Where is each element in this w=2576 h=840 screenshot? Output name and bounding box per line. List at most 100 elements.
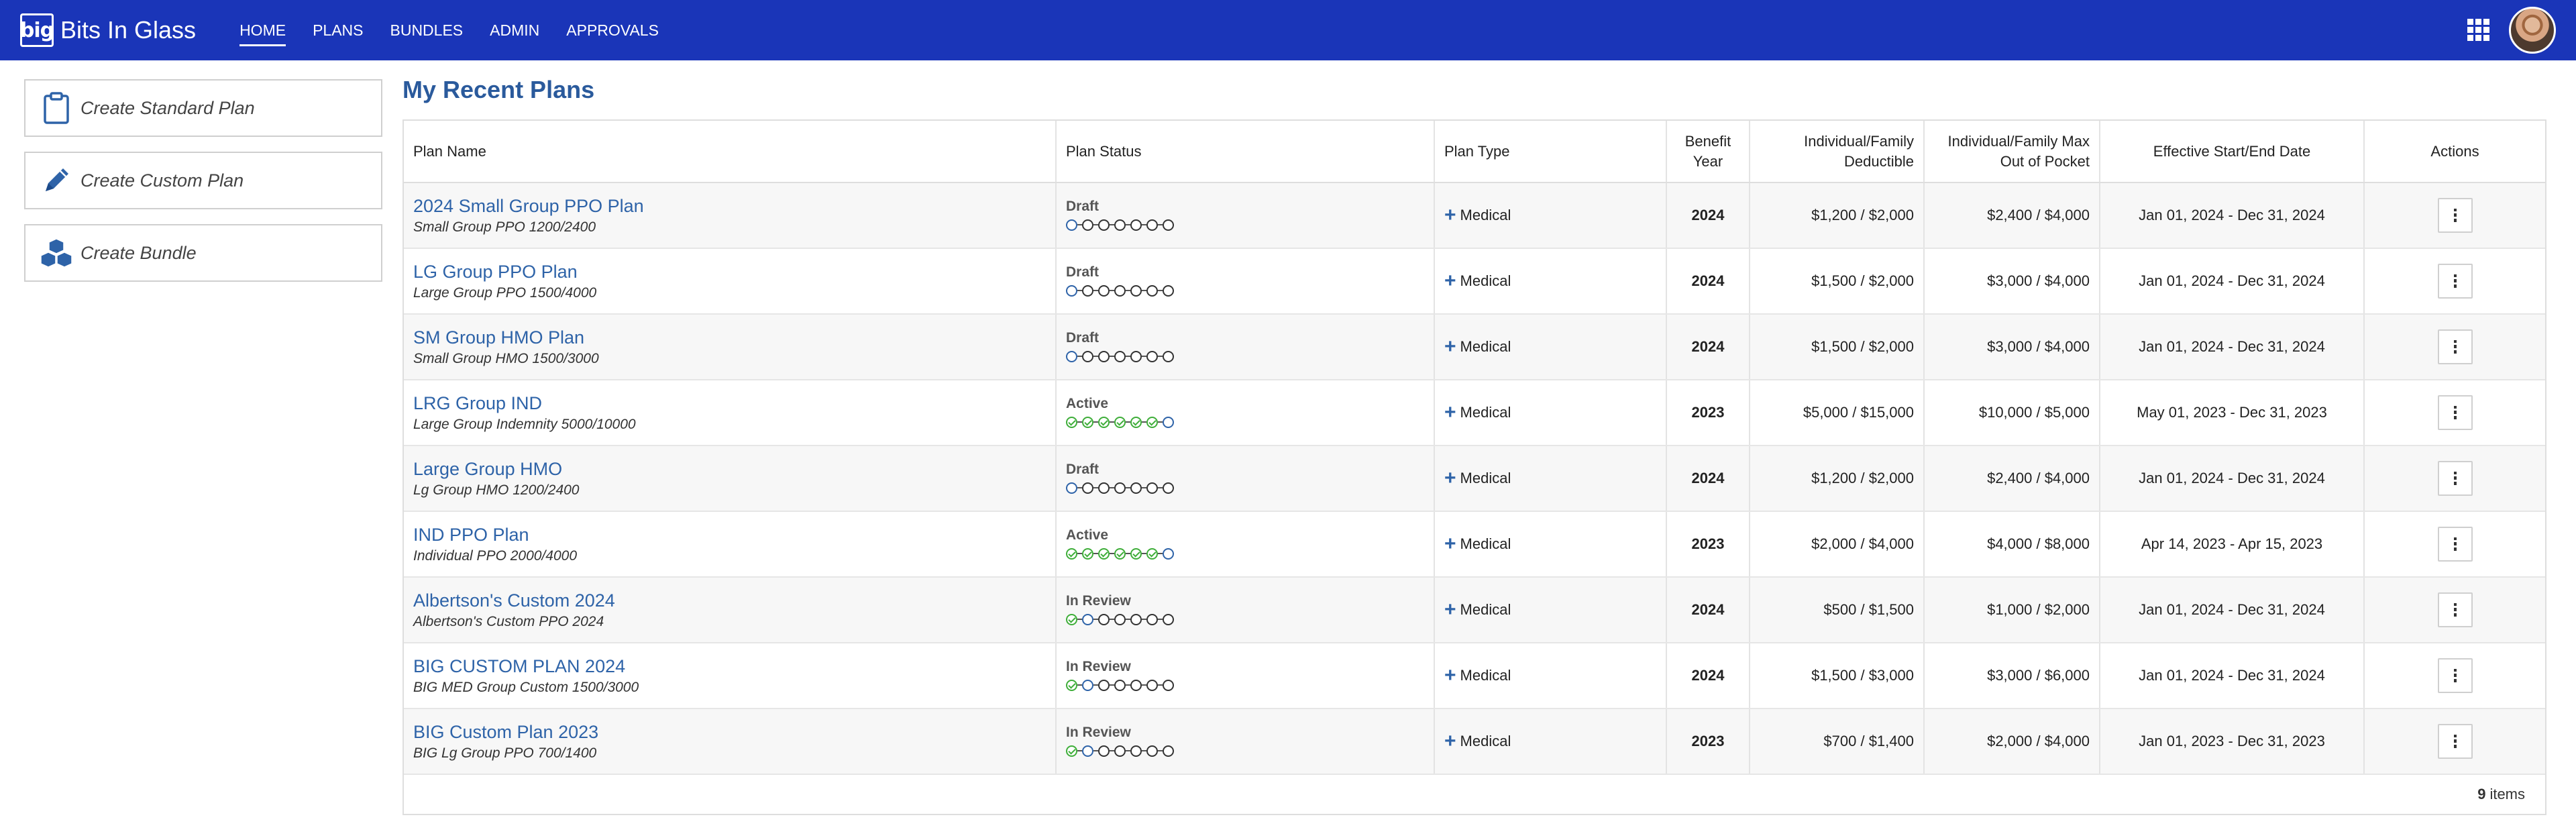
step-connector <box>1093 421 1098 423</box>
cell-max-oop: $4,000 / $8,000 <box>1924 511 2100 578</box>
plan-type-label: Medical <box>1460 601 1511 618</box>
row-actions-button[interactable] <box>2437 724 2473 759</box>
step-connector <box>1142 684 1146 686</box>
cell-plan-status: Draft <box>1056 248 1435 315</box>
plan-type-label: Medical <box>1460 535 1511 552</box>
status-label: Active <box>1066 527 1109 543</box>
cell-plan-name: IND PPO Plan Individual PPO 2000/4000 <box>404 511 1057 578</box>
step-connector <box>1077 421 1082 423</box>
cell-plan-status: Active <box>1056 511 1435 578</box>
col-deductible[interactable]: Individual/Family Deductible <box>1750 121 1925 183</box>
status-step-todo-icon <box>1130 284 1142 297</box>
plan-name-link[interactable]: LG Group PPO Plan <box>413 262 1046 282</box>
cell-actions <box>2364 314 2545 380</box>
table-row: LRG Group IND Large Group Indemnity 5000/… <box>404 380 2545 446</box>
cell-plan-name: Albertson's Custom 2024 Albertson's Custo… <box>404 577 1057 643</box>
create-bundle-button[interactable]: Create Bundle <box>24 224 382 282</box>
col-plan-status[interactable]: Plan Status <box>1056 121 1435 183</box>
row-actions-button[interactable] <box>2437 395 2473 430</box>
row-actions-button[interactable] <box>2437 592 2473 627</box>
plus-icon: + <box>1444 664 1456 686</box>
cell-benefit-year: 2024 <box>1666 445 1750 512</box>
nav-admin[interactable]: ADMIN <box>490 17 539 44</box>
clipboard-icon <box>32 92 80 124</box>
cell-deductible: $1,200 / $2,000 <box>1750 445 1925 512</box>
step-connector <box>1126 290 1130 291</box>
col-plan-name[interactable]: Plan Name <box>404 121 1057 183</box>
user-avatar[interactable] <box>2509 7 2556 54</box>
cell-effective-dates: Jan 01, 2024 - Dec 31, 2024 <box>2100 314 2365 380</box>
step-connector <box>1158 619 1163 620</box>
status-step-current-icon <box>1163 416 1174 428</box>
nav-home[interactable]: HOME <box>239 17 286 46</box>
row-actions-button[interactable] <box>2437 461 2473 496</box>
cell-actions <box>2364 445 2545 512</box>
step-connector <box>1142 487 1146 488</box>
status-step-todo-icon <box>1146 613 1158 625</box>
row-actions-button[interactable] <box>2437 329 2473 364</box>
apps-grid-icon[interactable] <box>2467 19 2490 42</box>
step-connector <box>1110 290 1114 291</box>
cell-effective-dates: Jan 01, 2024 - Dec 31, 2024 <box>2100 182 2365 249</box>
cell-deductible: $1,200 / $2,000 <box>1750 182 1925 249</box>
col-plan-type[interactable]: Plan Type <box>1434 121 1667 183</box>
step-connector <box>1093 750 1098 751</box>
plan-name-link[interactable]: BIG Custom Plan 2023 <box>413 722 1046 743</box>
items-label: items <box>2489 786 2525 802</box>
plan-subtitle: BIG Lg Group PPO 700/1400 <box>413 745 597 761</box>
nav-plans[interactable]: PLANS <box>313 17 363 44</box>
create-bundle-label: Create Bundle <box>80 242 197 263</box>
step-connector <box>1126 224 1130 225</box>
cell-max-oop: $2,400 / $4,000 <box>1924 445 2100 512</box>
col-effective-dates[interactable]: Effective Start/End Date <box>2100 121 2365 183</box>
plan-name-link[interactable]: BIG CUSTOM PLAN 2024 <box>413 656 1046 677</box>
cell-benefit-year: 2024 <box>1666 314 1750 380</box>
col-max-oop[interactable]: Individual/Family Max Out of Pocket <box>1924 121 2100 183</box>
nav-bundles[interactable]: BUNDLES <box>390 17 464 44</box>
status-step-done-icon <box>1066 416 1077 428</box>
row-actions-button[interactable] <box>2437 527 2473 562</box>
status-step-todo-icon <box>1130 350 1142 362</box>
plan-name-link[interactable]: LRG Group IND <box>413 393 1046 414</box>
plan-subtitle: Albertson's Custom PPO 2024 <box>413 613 604 629</box>
table-row: Large Group HMO Lg Group HMO 1200/2400 Dra… <box>404 445 2545 512</box>
step-connector <box>1110 487 1114 488</box>
status-step-done-icon <box>1082 547 1093 560</box>
status-step-done-icon <box>1066 679 1077 691</box>
cell-effective-dates: Jan 01, 2024 - Dec 31, 2024 <box>2100 577 2365 643</box>
cell-plan-name: BIG CUSTOM PLAN 2024 BIG MED Group Custom… <box>404 643 1057 709</box>
cell-benefit-year: 2024 <box>1666 182 1750 249</box>
plan-name-link[interactable]: Albertson's Custom 2024 <box>413 590 1046 611</box>
plus-icon: + <box>1444 335 1456 358</box>
row-actions-button[interactable] <box>2437 264 2473 299</box>
brand[interactable]: big Bits In Glass <box>20 0 196 60</box>
status-label: In Review <box>1066 725 1131 740</box>
col-benefit-year[interactable]: Benefit Year <box>1666 121 1750 183</box>
step-connector <box>1110 750 1114 751</box>
status-step-todo-icon <box>1163 613 1174 625</box>
step-connector <box>1142 421 1146 423</box>
status-step-todo-icon <box>1114 613 1126 625</box>
plan-name-link[interactable]: SM Group HMO Plan <box>413 327 1046 348</box>
nav-approvals[interactable]: APPROVALS <box>566 17 659 44</box>
plan-name-link[interactable]: Large Group HMO <box>413 459 1046 480</box>
status-step-todo-icon <box>1114 482 1126 494</box>
step-connector <box>1126 750 1130 751</box>
status-label: Draft <box>1066 199 1099 214</box>
items-count: 9 <box>2477 786 2486 802</box>
plan-name-link[interactable]: IND PPO Plan <box>413 525 1046 545</box>
step-connector <box>1126 356 1130 357</box>
step-connector <box>1142 224 1146 225</box>
row-actions-button[interactable] <box>2437 198 2473 233</box>
create-standard-plan-button[interactable]: Create Standard Plan <box>24 79 382 137</box>
plan-name-link[interactable]: 2024 Small Group PPO Plan <box>413 196 1046 217</box>
cell-actions <box>2364 511 2545 578</box>
table-row: IND PPO Plan Individual PPO 2000/4000 Acti… <box>404 511 2545 578</box>
step-connector <box>1077 684 1082 686</box>
row-actions-button[interactable] <box>2437 658 2473 693</box>
plus-icon: + <box>1444 598 1456 621</box>
plus-icon: + <box>1444 467 1456 489</box>
status-stepper <box>1066 612 1424 627</box>
create-custom-plan-button[interactable]: Create Custom Plan <box>24 152 382 209</box>
plan-subtitle: BIG MED Group Custom 1500/3000 <box>413 679 639 695</box>
